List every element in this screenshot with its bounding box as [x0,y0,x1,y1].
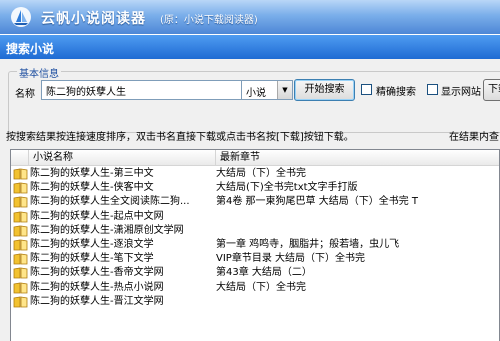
column-novel-name[interactable]: 小说名称 [29,150,216,166]
book-icon [13,182,28,194]
latest-chapter-cell: 第4卷 那一柬狗尾巴草 大结局（下）全书完 T [216,196,419,208]
download-button[interactable]: 下载 [483,79,500,101]
table-row[interactable]: 陈二狗的妖孽人生-侠客中文 大结局(下)全书完txt文字手打版 [11,181,499,195]
novel-name-cell: 陈二狗的妖孽人生-逐浪文学 [30,239,154,250]
latest-chapter-cell: 大结局(下)全书完txt文字手打版 [216,182,358,194]
novel-name-cell: 陈二狗的妖孽人生-笔下文学 [30,253,154,265]
window-title: 搜索小说 [0,35,500,59]
app-title-bar: 云帆小说阅读器 (原：小说下载阅读器) [0,0,500,34]
book-icon [13,239,28,251]
table-row[interactable]: 陈二狗的妖孽人生-晋江文学网 [11,295,499,309]
start-search-button[interactable]: 开始搜索 [294,79,355,101]
table-row[interactable]: 陈二狗的妖孽人生全文阅读陈二狗... 第4卷 那一柬狗尾巴草 大结局（下）全书完 … [11,195,499,209]
table-row[interactable]: 陈二狗的妖孽人生-第三中文 大结局（下）全书完 [11,167,499,181]
book-icon [13,168,28,180]
table-row[interactable]: 陈二狗的妖孽人生-热点小说网 大结局（下）全书完 [11,281,499,295]
search-window: 搜索小说 基本信息 名称 小说 ▼ 开始搜索 精确搜索 显示网站 下载 按搜索结… [0,34,500,341]
table-row[interactable]: 陈二狗的妖孽人生-笔下文学 VIP章节目录 大结局（下）全书完 [11,252,499,266]
column-latest-chapter[interactable]: 最新章节 [216,150,499,166]
book-icon [13,267,28,279]
table-row[interactable]: 陈二狗的妖孽人生-起点中文网 [11,210,499,224]
novel-name-cell: 陈二狗的妖孽人生-潇湘原创文学网 [30,224,184,236]
type-select[interactable]: 小说 ▼ [241,80,293,100]
sort-hint-text: 按搜索结果按连接速度排序，双击书名直接下载或点击书名按[下载]按钮下载。 [6,132,354,143]
novel-name-cell: 陈二狗的妖孽人生-起点中文网 [30,210,164,222]
filter-hint-text: 在结果内查 [449,132,499,143]
book-icon [13,211,28,222]
novel-name-cell: 陈二狗的妖孽人生全文阅读陈二狗... [30,196,190,208]
chevron-down-icon[interactable]: ▼ [277,81,292,99]
book-icon [13,282,28,293]
results-list[interactable]: 小说名称 最新章节 陈二狗的妖孽人生-第三中文 大结局（下）全书完 陈二狗的妖孽人生… [10,149,500,341]
novel-name-cell: 陈二狗的妖孽人生-第三中文 [30,168,154,179]
latest-chapter-cell: 第一章 鸡鸣寺，胭脂井；般若墙，虫儿飞 [216,239,400,250]
latest-chapter-cell: VIP章节目录 大结局（下）全书完 [216,253,365,265]
book-icon [13,196,28,208]
sail-logo-icon [11,7,31,27]
book-icon [13,253,28,265]
app-title: 云帆小说阅读器 [41,11,146,27]
show-site-checkbox[interactable] [427,84,438,95]
app-subtitle: (原：小说下载阅读器) [160,15,258,26]
latest-chapter-cell: 第43章 大结局（二） [216,267,312,279]
book-icon [13,296,28,308]
novel-name-cell: 陈二狗的妖孽人生-香帝文学网 [30,267,164,279]
type-select-value: 小说 [246,88,266,99]
novel-name-cell: 陈二狗的妖孽人生-侠客中文 [30,182,154,194]
table-row[interactable]: 陈二狗的妖孽人生-逐浪文学 第一章 鸡鸣寺，胭脂井；般若墙，虫儿飞 [11,238,499,252]
table-row[interactable]: 陈二狗的妖孽人生-潇湘原创文学网 [11,224,499,238]
novel-name-cell: 陈二狗的妖孽人生-晋江文学网 [30,295,164,307]
table-row[interactable]: 陈二狗的妖孽人生-香帝文学网 第43章 大结局（二） [11,266,499,280]
latest-chapter-cell: 大结局（下）全书完 [216,281,306,293]
exact-search-checkbox[interactable] [361,84,372,95]
novel-name-input[interactable] [41,80,244,100]
basic-info-group: 基本信息 名称 小说 ▼ 开始搜索 精确搜索 显示网站 下载 [8,65,500,133]
show-site-label: 显示网站 [441,87,481,98]
exact-search-label: 精确搜索 [376,87,416,98]
results-header: 小说名称 最新章节 [11,150,499,166]
name-label: 名称 [15,89,35,100]
group-label: 基本信息 [17,65,61,80]
novel-name-cell: 陈二狗的妖孽人生-热点小说网 [30,281,164,293]
icon-column-header[interactable] [11,150,29,166]
book-icon [13,225,28,237]
latest-chapter-cell: 大结局（下）全书完 [216,168,306,179]
